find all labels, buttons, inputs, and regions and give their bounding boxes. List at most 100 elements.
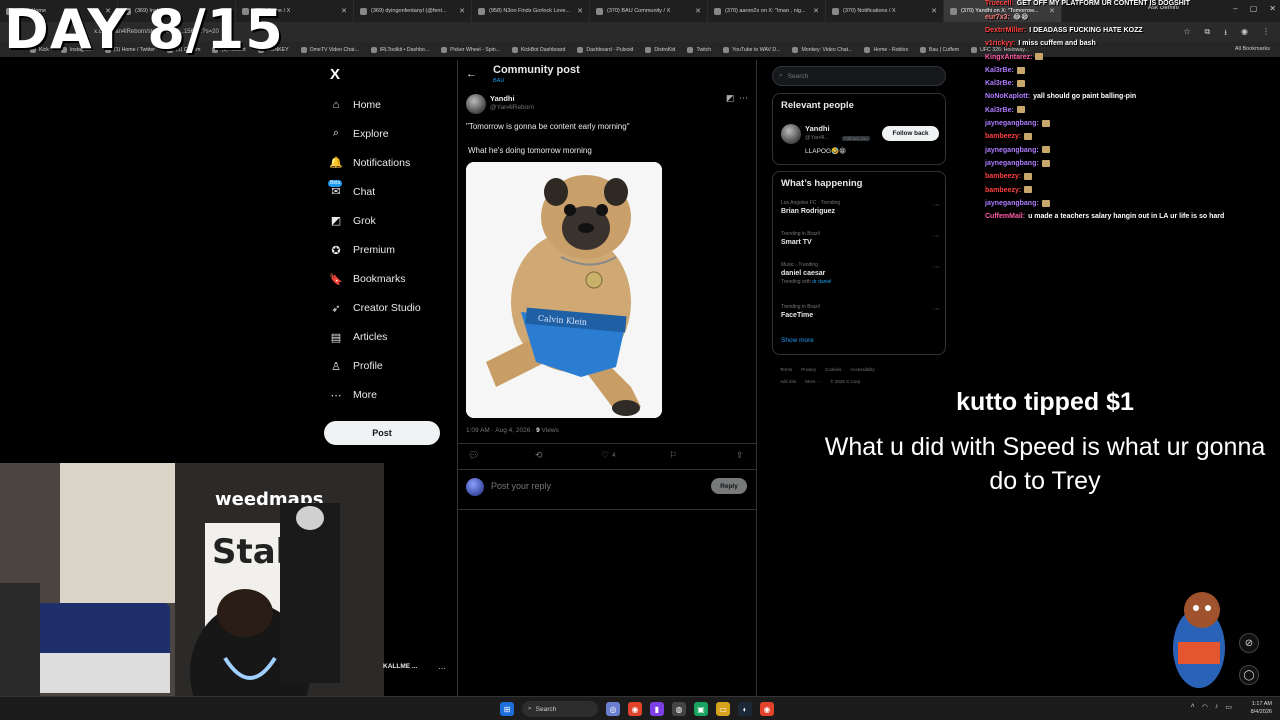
- browser-tab[interactable]: (370) Notifications / X ✕: [826, 0, 944, 22]
- more-options-icon[interactable]: ⋯: [438, 664, 446, 673]
- show-more-link[interactable]: Show more: [781, 337, 814, 344]
- nav-item-premium[interactable]: ✪ Premium: [330, 235, 421, 264]
- bookmark-item[interactable]: OmeTV Video Chat...: [300, 46, 359, 53]
- trend-more-icon[interactable]: ⋯: [933, 201, 940, 209]
- post-author-avatar[interactable]: [466, 94, 486, 114]
- footer-link[interactable]: More ···: [805, 379, 821, 384]
- windows-start-icon[interactable]: ⊞: [500, 702, 514, 716]
- bookmark-item[interactable]: KickBot Dashboard: [511, 46, 565, 53]
- profile-icon[interactable]: ◉: [1241, 27, 1248, 41]
- browser-tab[interactable]: (370) BAU Community / X ✕: [590, 0, 708, 22]
- post-author-name[interactable]: Yandhi: [490, 94, 515, 103]
- trend-item[interactable]: Music · Trending daniel caesar Trending wi…: [781, 262, 831, 285]
- chrome-icon[interactable]: ◉: [628, 702, 642, 716]
- trend-item[interactable]: Trending in Brazil FaceTime: [781, 304, 820, 319]
- profile-name[interactable]: KALLME ...: [383, 663, 417, 670]
- tab-close-icon[interactable]: ✕: [459, 7, 465, 15]
- file-explorer-icon[interactable]: ▭: [716, 702, 730, 716]
- footer-link[interactable]: Accessibility: [850, 367, 875, 372]
- bookmark-item[interactable]: DistroKid: [645, 46, 675, 53]
- footer-link[interactable]: Ads info: [780, 379, 796, 384]
- more-options-icon[interactable]: ⋯: [739, 93, 748, 104]
- tab-close-icon[interactable]: ✕: [577, 7, 583, 15]
- trend-more-icon[interactable]: ⋯: [933, 232, 940, 240]
- tab-close-icon[interactable]: ✕: [695, 7, 701, 15]
- bookmark-item[interactable]: IRLToolkit • Dashbo...: [370, 46, 429, 53]
- back-arrow-icon[interactable]: ←: [466, 68, 477, 80]
- bookmark-item[interactable]: UFC 326: Holloway...: [971, 46, 1029, 53]
- footer-link[interactable]: Cookies: [825, 367, 841, 372]
- reply-button[interactable]: Reply: [711, 478, 747, 494]
- grok-icon[interactable]: ◩: [726, 93, 735, 104]
- chat-bubble-icon[interactable]: ◯: [1239, 665, 1259, 685]
- bookmark-item[interactable]: Bau | Cuffem: [920, 46, 959, 53]
- nav-item-bookmarks[interactable]: 🔖 Bookmarks: [329, 265, 421, 294]
- like-button[interactable]: ♡ 4: [601, 450, 615, 461]
- relevant-person-avatar[interactable]: [781, 124, 801, 144]
- nav-item-home[interactable]: ⌂ Home: [330, 90, 421, 119]
- volume-icon[interactable]: ♪: [1215, 703, 1219, 711]
- nav-item-creator-studio[interactable]: ➶ Creator Studio: [330, 294, 420, 323]
- trend-with-link[interactable]: dr daniel: [812, 279, 831, 285]
- nav-item-notifications[interactable]: 🔔 Notifications: [329, 148, 421, 177]
- share-icon[interactable]: ⇪: [736, 450, 744, 461]
- link-icon[interactable]: ⊘: [1239, 633, 1259, 653]
- nav-item-grok[interactable]: ◩ Grok: [330, 206, 421, 235]
- post-button[interactable]: Post: [324, 421, 440, 445]
- app-icon[interactable]: ▣: [694, 702, 708, 716]
- community-name[interactable]: BAU: [493, 78, 504, 84]
- maximize-icon[interactable]: ▢: [1250, 4, 1258, 13]
- clock[interactable]: 1:17 AM 8/4/2026: [1251, 700, 1272, 716]
- bookmark-item[interactable]: Home - Roblox: [864, 46, 908, 53]
- bookmark-item[interactable]: YouTube to WAV D...: [723, 46, 780, 53]
- minimize-icon[interactable]: –: [1233, 4, 1237, 13]
- bookmark-icon[interactable]: ⚐: [669, 450, 677, 461]
- star-icon[interactable]: ☆: [1183, 27, 1190, 41]
- taskbar-search[interactable]: ⌕ Search: [522, 701, 598, 717]
- bookmark-item[interactable]: Monkey: Video Chat...: [792, 46, 852, 53]
- my-avatar[interactable]: [466, 478, 484, 496]
- footer-link[interactable]: © 2026 X Corp.: [830, 379, 861, 384]
- search-input[interactable]: ⌕ Search: [772, 66, 946, 86]
- tab-close-icon[interactable]: ✕: [813, 7, 819, 15]
- tab-close-icon[interactable]: ✕: [1049, 7, 1055, 15]
- battery-icon[interactable]: ▭: [1225, 703, 1232, 711]
- copilot-icon[interactable]: ◎: [606, 702, 620, 716]
- tab-close-icon[interactable]: ✕: [931, 7, 937, 15]
- reply-icon[interactable]: 💬︎: [468, 450, 479, 461]
- wifi-icon[interactable]: ◠: [1202, 703, 1208, 711]
- post-image[interactable]: Calvin Klein: [466, 162, 662, 418]
- obs-icon[interactable]: ◍: [672, 702, 686, 716]
- nav-item-explore[interactable]: ⌕ Explore: [330, 119, 421, 148]
- download-icon[interactable]: ⭳: [1224, 27, 1227, 41]
- nav-item-more[interactable]: ⋯ More: [330, 381, 421, 410]
- bookmark-item[interactable]: Picker Wheel - Spin...: [441, 46, 500, 53]
- nav-item-chat[interactable]: Beta ✉ Chat: [328, 177, 421, 206]
- menu-icon[interactable]: ⋮: [1262, 27, 1270, 41]
- extensions-icon[interactable]: ⧉: [1204, 27, 1210, 41]
- trend-item[interactable]: Trending in Brazil Smart TV: [781, 231, 820, 246]
- steam-icon[interactable]: ◐: [738, 702, 752, 716]
- footer-link[interactable]: Privacy: [801, 367, 816, 372]
- browser-tab[interactable]: (958) N3on Finds Gorlock Love... ✕: [472, 0, 590, 22]
- all-bookmarks-button[interactable]: All Bookmarks: [1235, 46, 1270, 52]
- follow-back-button[interactable]: Follow back: [882, 126, 939, 141]
- x-logo[interactable]: X: [330, 66, 340, 83]
- chrome-icon-2[interactable]: ◉: [760, 702, 774, 716]
- nav-item-profile[interactable]: ♙ Profile: [330, 352, 421, 381]
- close-window-icon[interactable]: ✕: [1269, 4, 1276, 13]
- browser-tab[interactable]: (369) dyingonfentanyl (@fent... ✕: [354, 0, 472, 22]
- repost-icon[interactable]: ⟲: [535, 450, 543, 461]
- bookmark-item[interactable]: Twitch: [687, 46, 711, 53]
- trend-item[interactable]: Los Angeles FC · Trending Brian Rodriguez: [781, 200, 840, 215]
- reply-input[interactable]: Post your reply: [491, 481, 551, 491]
- bookmark-item[interactable]: Dashboard - Pulsoid: [577, 46, 633, 53]
- twitch-icon[interactable]: ▮: [650, 702, 664, 716]
- relevant-person-handle[interactable]: @Yan4l...: [805, 135, 829, 141]
- tray-chevron-icon[interactable]: ˄: [1191, 703, 1195, 711]
- relevant-person-name[interactable]: Yandhi: [805, 124, 830, 133]
- post-time[interactable]: 1:09 AM · Aug 4, 2026 ·: [466, 427, 536, 434]
- trend-more-icon[interactable]: ⋯: [933, 305, 940, 313]
- footer-link[interactable]: Terms: [780, 367, 792, 372]
- nav-item-articles[interactable]: ▤ Articles: [330, 323, 421, 352]
